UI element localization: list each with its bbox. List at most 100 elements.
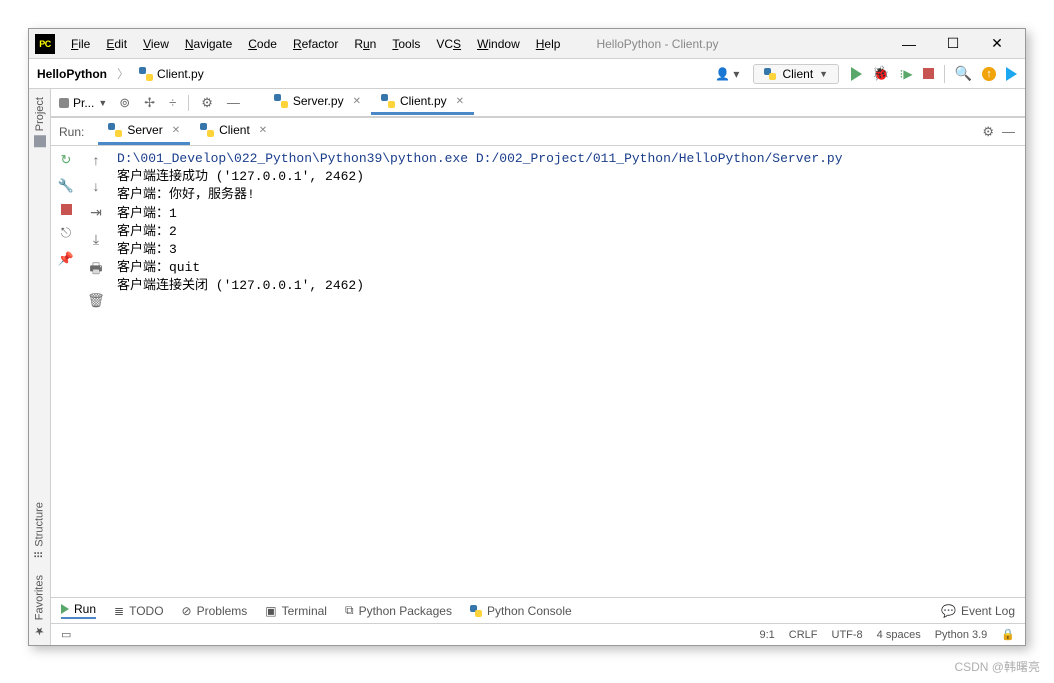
menu-view[interactable]: View [137, 35, 175, 53]
project-dropdown[interactable]: Pr... ▼ [59, 96, 107, 110]
chevron-down-icon: ▼ [98, 98, 107, 108]
search-button[interactable]: 🔍 [955, 65, 972, 82]
breadcrumb-root[interactable]: HelloPython [37, 67, 107, 81]
menu-tools[interactable]: Tools [386, 35, 426, 53]
python-icon [470, 605, 482, 617]
python-interpreter[interactable]: Python 3.9 [935, 629, 988, 641]
bottom-tab-python-packages[interactable]: ⧉Python Packages [345, 603, 452, 618]
bottom-tool-bar: Run ≣TODO ⊘Problems ▣Terminal ⧉Python Pa… [51, 597, 1025, 623]
down-arrow-button[interactable]: ↓ [93, 178, 100, 194]
ide-services-button[interactable] [1006, 67, 1017, 81]
user-dropdown[interactable]: 👤 ▾ [707, 67, 747, 81]
project-settings-button[interactable]: ⚙ [199, 95, 215, 111]
hide-button[interactable]: — [225, 95, 242, 110]
window-controls: — ☐ ✕ [887, 30, 1019, 58]
problems-icon: ⊘ [182, 604, 192, 618]
close-button[interactable]: ✕ [975, 30, 1019, 58]
navigation-toolbar: HelloPython 〉 Client.py 👤 ▾ Client ▼ 🐞 ⁝… [29, 59, 1025, 89]
clear-all-button[interactable]: 🗑 [87, 292, 105, 309]
menu-navigate[interactable]: Navigate [179, 35, 238, 53]
file-encoding[interactable]: UTF-8 [832, 629, 863, 641]
event-log-icon: 💬 [941, 604, 956, 618]
console-output[interactable]: D:\001_Develop\022_Python\Python39\pytho… [111, 146, 1025, 597]
edit-config-button[interactable]: 🔧 [56, 178, 76, 194]
bottom-tab-event-log[interactable]: 💬 Event Log [941, 604, 1015, 618]
print-button[interactable]: 🖶 [89, 258, 102, 282]
pin-tab-button[interactable]: 📌 [56, 251, 76, 267]
favorites-tool-label: Favorites [34, 575, 46, 620]
python-icon [764, 68, 776, 80]
debug-button[interactable]: 🐞 [872, 65, 889, 82]
menu-vcs[interactable]: VCS [430, 35, 467, 53]
run-config-selector[interactable]: Client ▼ [753, 64, 839, 84]
collapse-all-button[interactable]: ÷ [167, 95, 178, 110]
update-button[interactable]: ↑ [982, 67, 996, 81]
python-file-icon [381, 94, 395, 108]
run-tool-window: Run: Server ✕ Client ✕ [51, 117, 1025, 597]
bottom-tab-run[interactable]: Run [61, 602, 96, 619]
run-button[interactable] [851, 67, 862, 81]
hide-run-button[interactable]: — [1000, 124, 1017, 139]
favorites-tool-button[interactable]: ★ Favorites [33, 567, 46, 645]
cursor-position[interactable]: 9:1 [759, 629, 774, 641]
menu-file[interactable]: File [65, 35, 96, 53]
run-tab-server[interactable]: Server ✕ [98, 118, 190, 145]
menu-help[interactable]: Help [530, 35, 567, 53]
breadcrumb-separator: 〉 [113, 65, 133, 82]
menu-refactor[interactable]: Refactor [287, 35, 344, 53]
window-title: HelloPython - Client.py [596, 37, 718, 51]
maximize-button[interactable]: ☐ [931, 30, 975, 58]
close-tab-icon[interactable]: ✕ [452, 96, 464, 107]
expand-all-button[interactable]: ✢ [142, 95, 157, 111]
run-with-coverage-button[interactable]: ⁝▶ [900, 67, 913, 81]
python-icon [108, 123, 122, 137]
bottom-tab-label: Terminal [282, 604, 327, 618]
run-session-tabs: Server ✕ Client ✕ [98, 118, 277, 145]
line-separator[interactable]: CRLF [789, 629, 818, 641]
up-arrow-button[interactable]: ↑ [93, 152, 100, 168]
stop-button[interactable] [923, 68, 934, 79]
bottom-tab-label: Event Log [961, 604, 1015, 618]
bottom-tab-python-console[interactable]: Python Console [470, 604, 572, 618]
bottom-tab-todo[interactable]: ≣TODO [114, 604, 164, 618]
menu-run[interactable]: Run [348, 35, 382, 53]
close-tab-icon[interactable]: ✕ [349, 96, 361, 107]
breadcrumb-file-label: Client.py [157, 67, 204, 81]
dump-threads-button[interactable]: ⎋ [59, 225, 73, 241]
menu-window[interactable]: Window [471, 35, 526, 53]
editor-tab-client[interactable]: Client.py ✕ [371, 90, 474, 115]
star-icon: ★ [33, 624, 46, 637]
close-run-tab-icon[interactable]: ✕ [168, 125, 180, 136]
stop-process-button[interactable] [61, 204, 72, 215]
minimize-button[interactable]: — [887, 30, 931, 58]
run-settings-button[interactable]: ⚙ [980, 124, 996, 140]
menu-edit[interactable]: Edit [100, 35, 133, 53]
project-tool-label: Project [34, 97, 46, 131]
editor-tab-server[interactable]: Server.py ✕ [264, 90, 371, 115]
lock-icon[interactable]: 🔒 [1001, 628, 1015, 641]
project-tool-button[interactable]: Project [34, 89, 46, 155]
menu-bar: File Edit View Navigate Code Refactor Ru… [65, 35, 566, 53]
bottom-tab-terminal[interactable]: ▣Terminal [265, 604, 327, 618]
rerun-button[interactable]: ↻ [61, 152, 72, 168]
run-tool-header: Run: Server ✕ Client ✕ [51, 118, 1025, 146]
indent-setting[interactable]: 4 spaces [877, 629, 921, 641]
project-icon [34, 135, 46, 147]
structure-tool-button[interactable]: ⠿ Structure [33, 494, 46, 567]
close-run-tab-icon[interactable]: ✕ [255, 125, 267, 136]
console-gutter: ↑ ↓ ⇥ ⤓ 🖶 🗑 [81, 146, 111, 597]
run-controls: 🐞 ⁝▶ 🔍 ↑ [845, 65, 1017, 83]
breadcrumb-file[interactable]: Client.py [139, 67, 204, 81]
menu-code[interactable]: Code [242, 35, 283, 53]
scroll-to-end-button[interactable]: ⤓ [93, 231, 99, 248]
soft-wrap-button[interactable]: ⇥ [90, 204, 102, 221]
toolbar-separator [188, 95, 189, 111]
toolbar-separator [944, 65, 945, 83]
locate-button[interactable]: ⊚ [117, 95, 132, 111]
ide-window: PC File Edit View Navigate Code Refactor… [28, 28, 1026, 646]
status-bar-toggle[interactable]: ▭ [61, 628, 71, 641]
run-tab-client[interactable]: Client ✕ [190, 118, 277, 145]
bottom-tab-problems[interactable]: ⊘Problems [182, 604, 248, 618]
run-tab-label: Client [219, 123, 250, 137]
python-file-icon [139, 67, 153, 81]
